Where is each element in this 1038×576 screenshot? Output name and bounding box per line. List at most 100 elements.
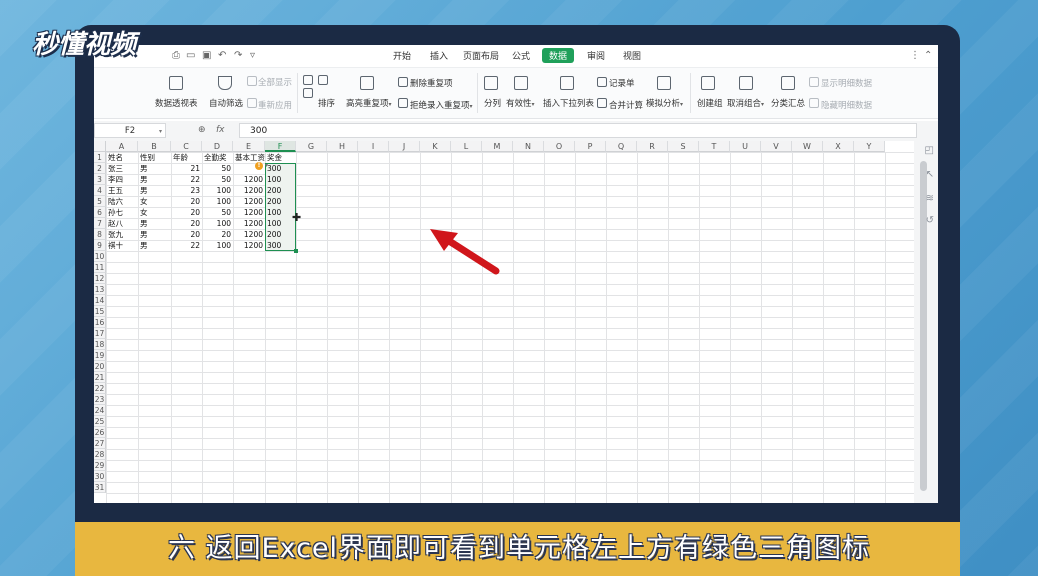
row-header-11[interactable]: 11 [94,262,106,273]
create-group-button[interactable]: 创建组 [697,97,723,109]
row-header-28[interactable]: 28 [94,449,106,460]
tab-view[interactable]: 视图 [623,49,641,62]
table-cell[interactable]: 祺十 [106,240,138,251]
row-header-10[interactable]: 10 [94,251,106,262]
table-cell[interactable]: 陆六 [106,196,138,207]
tab-page-layout[interactable]: 页面布局 [463,49,499,62]
row-header-17[interactable]: 17 [94,328,106,339]
row-header-1[interactable]: 1 [94,152,106,163]
table-cell[interactable]: 100 [202,185,233,196]
column-header-e[interactable]: E [233,141,265,152]
highlight-duplicates-button[interactable]: 高亮重复项▾ [346,97,392,109]
name-box[interactable]: F2 ▾ [94,123,166,138]
tab-data[interactable]: 数据 [542,48,575,63]
table-cell[interactable]: 男 [138,163,171,174]
table-cell[interactable]: 20 [171,218,202,229]
row-header-5[interactable]: 5 [94,196,106,207]
table-cell[interactable]: 张九 [106,229,138,240]
record-sheet-button[interactable]: 记录单 [609,77,635,89]
column-header-w[interactable]: W [792,141,823,152]
table-cell[interactable]: 20 [171,207,202,218]
table-cell[interactable]: 1200 [233,196,265,207]
undo-icon[interactable]: ↶ [218,50,226,61]
delete-duplicates-button[interactable]: 删除重复项 [410,77,453,89]
row-header-3[interactable]: 3 [94,174,106,185]
auto-filter-button[interactable]: 自动筛选 [209,97,243,109]
table-cell[interactable]: 300 [265,163,296,174]
table-cell[interactable]: 50 [202,174,233,185]
sort-button[interactable]: 排序 [318,97,335,109]
column-header-d[interactable]: D [202,141,233,152]
table-cell[interactable]: 200 [265,229,296,240]
table-cell[interactable]: 男 [138,218,171,229]
column-header-v[interactable]: V [761,141,792,152]
hide-detail-button[interactable]: 隐藏明细数据 [821,99,872,111]
column-header-i[interactable]: I [358,141,389,152]
redo-icon[interactable]: ↷ [234,50,242,61]
row-header-14[interactable]: 14 [94,295,106,306]
tab-home[interactable]: 开始 [393,49,411,62]
table-cell[interactable]: 张三 [106,163,138,174]
row-header-18[interactable]: 18 [94,339,106,350]
print-preview-icon[interactable]: ⎙ [172,50,180,61]
column-header-q[interactable]: Q [606,141,637,152]
table-cell[interactable]: 1200 [233,218,265,229]
row-header-24[interactable]: 24 [94,405,106,416]
scroll-thumb[interactable] [920,161,927,491]
column-header-x[interactable]: X [823,141,854,152]
table-cell[interactable]: 200 [265,196,296,207]
header-cell[interactable]: 性别 [138,152,171,163]
reapply-button[interactable]: 重新应用 [258,99,292,111]
table-cell[interactable]: 200 [265,185,296,196]
collapse-ribbon-icon[interactable]: ⌃ [924,50,932,61]
formula-input[interactable]: 300 [239,123,917,138]
column-header-j[interactable]: J [389,141,420,152]
reject-duplicates-button[interactable]: 拒绝录入重复项▾ [410,99,473,111]
row-header-20[interactable]: 20 [94,361,106,372]
row-header-7[interactable]: 7 [94,218,106,229]
header-cell[interactable]: 姓名 [106,152,138,163]
fill-handle[interactable] [294,249,298,253]
table-cell[interactable]: 23 [171,185,202,196]
print-icon[interactable]: ▭ [186,50,195,61]
row-header-23[interactable]: 23 [94,394,106,405]
more-options-icon[interactable]: ⋮ [910,50,920,61]
column-header-y[interactable]: Y [854,141,885,152]
select-all-corner[interactable] [94,141,106,152]
table-cell[interactable]: 1200 [233,185,265,196]
table-cell[interactable]: 22 [171,240,202,251]
table-cell[interactable]: 孙七 [106,207,138,218]
worksheet-grid[interactable]: ABCDEFGHIJKLMNOPQRSTUVWXY 1 2 3 4 5 6 7 8 9 10 11 1… [94,141,914,503]
table-cell[interactable]: 100 [202,218,233,229]
fx-icon[interactable]: fx [216,125,225,135]
column-header-r[interactable]: R [637,141,668,152]
select-tool-icon[interactable]: ↖ [926,169,934,180]
row-header-30[interactable]: 30 [94,471,106,482]
table-cell[interactable]: 王五 [106,185,138,196]
table-cell[interactable]: 1200 [233,207,265,218]
consolidate-button[interactable]: 合并计算 [609,99,643,111]
table-cell[interactable]: 50 [202,207,233,218]
show-detail-button[interactable]: 显示明细数据 [821,77,872,89]
table-cell[interactable]: 20 [171,196,202,207]
row-header-22[interactable]: 22 [94,383,106,394]
row-header-13[interactable]: 13 [94,284,106,295]
column-header-o[interactable]: O [544,141,575,152]
tab-formulas[interactable]: 公式 [512,49,530,62]
row-header-2[interactable]: 2 [94,163,106,174]
what-if-analysis-button[interactable]: 模拟分析▾ [646,97,683,109]
styles-icon[interactable]: ≋ [926,193,934,204]
tab-review[interactable]: 审阅 [587,49,605,62]
row-header-19[interactable]: 19 [94,350,106,361]
column-header-p[interactable]: P [575,141,606,152]
row-header-4[interactable]: 4 [94,185,106,196]
row-header-15[interactable]: 15 [94,306,106,317]
row-header-21[interactable]: 21 [94,372,106,383]
validity-button[interactable]: 有效性▾ [506,97,535,109]
row-header-12[interactable]: 12 [94,273,106,284]
column-header-b[interactable]: B [138,141,171,152]
table-cell[interactable]: 21 [171,163,202,174]
table-cell[interactable]: 男 [138,174,171,185]
warning-icon[interactable]: ! [255,162,263,170]
table-cell[interactable]: 100 [202,240,233,251]
